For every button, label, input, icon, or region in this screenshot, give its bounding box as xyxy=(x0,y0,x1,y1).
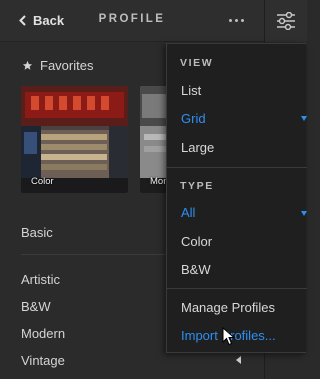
favorites-heading[interactable]: Favorites xyxy=(22,58,93,73)
sliders-icon[interactable] xyxy=(276,12,296,30)
selected-caret-icon xyxy=(301,116,307,121)
selected-caret-icon xyxy=(301,211,307,216)
menu-heading-view: VIEW xyxy=(180,57,214,69)
menu-item-list[interactable]: List xyxy=(181,83,201,98)
panel-title: PROFILE xyxy=(98,13,166,25)
group-modern[interactable]: Modern xyxy=(21,326,65,341)
group-basic[interactable]: Basic xyxy=(21,225,53,240)
star-icon xyxy=(22,60,33,70)
favorites-label: Favorites xyxy=(40,58,94,73)
menu-item-color[interactable]: Color xyxy=(181,234,212,249)
menu-heading-type: TYPE xyxy=(180,180,214,192)
group-vintage[interactable]: Vintage xyxy=(21,353,65,368)
profile-thumbnail-color[interactable]: Color xyxy=(21,86,128,193)
menu-item-large[interactable]: Large xyxy=(181,140,214,155)
menu-separator xyxy=(167,288,307,289)
menu-separator xyxy=(167,167,307,168)
divider xyxy=(21,254,166,255)
group-bw[interactable]: B&W xyxy=(21,299,51,314)
more-icon[interactable] xyxy=(229,19,244,22)
profile-options-menu: VIEW List Grid Large TYPE All Color B&W … xyxy=(166,43,307,353)
caret-left-icon[interactable] xyxy=(236,356,242,364)
menu-item-manage-profiles[interactable]: Manage Profiles xyxy=(181,300,275,315)
group-artistic[interactable]: Artistic xyxy=(21,272,60,287)
menu-item-grid[interactable]: Grid xyxy=(181,111,206,126)
menu-item-all[interactable]: All xyxy=(181,205,195,220)
mouse-cursor-icon xyxy=(222,327,235,346)
thumbnail-label: Color xyxy=(31,176,54,187)
panel-header: Back PROFILE xyxy=(0,0,264,42)
menu-item-bw[interactable]: B&W xyxy=(181,262,211,277)
